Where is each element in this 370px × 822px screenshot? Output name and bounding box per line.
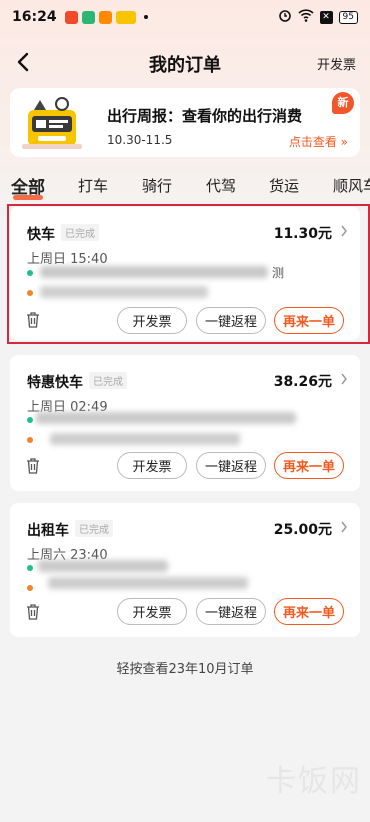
service-tabs: 全部 打车 骑行 代驾 货运 顺风车	[0, 166, 370, 202]
tab-carpool[interactable]: 顺风车	[333, 175, 370, 196]
reorder-button[interactable]: 再来一单	[274, 452, 344, 479]
start-point-icon	[27, 565, 33, 571]
app-notification-icon	[115, 10, 136, 24]
order-price: 11.30元	[273, 226, 332, 242]
alarm-icon	[278, 8, 292, 26]
chevron-right-icon	[341, 521, 347, 533]
status-time: 16:24	[12, 9, 57, 25]
order-status-badge: 已完成	[61, 224, 99, 241]
return-trip-button[interactable]: 一键返程	[196, 452, 266, 479]
end-address-redacted	[48, 577, 248, 589]
more-notifications-icon	[143, 15, 148, 19]
order-status-badge: 已完成	[89, 372, 127, 389]
start-point-icon	[27, 270, 33, 276]
app-notification-icon	[81, 10, 95, 24]
invoice-button[interactable]: 开发票	[117, 598, 187, 625]
return-trip-button[interactable]: 一键返程	[196, 598, 266, 625]
end-address-redacted	[50, 433, 240, 445]
chevron-right-icon	[341, 373, 347, 385]
tab-all[interactable]: 全部	[11, 173, 45, 198]
tab-taxi-hailing[interactable]: 打车	[78, 175, 108, 196]
end-point-icon	[27, 437, 33, 443]
order-service: 出租车	[27, 523, 69, 539]
wifi-icon	[297, 8, 314, 26]
order-service: 快车	[27, 227, 55, 243]
order-time: 上周日 15:40	[27, 252, 108, 267]
end-address-redacted	[40, 286, 208, 298]
status-bar: 16:24 ✕ 95	[0, 0, 370, 34]
order-price: 25.00元	[273, 522, 332, 538]
order-service: 特惠快车	[27, 375, 83, 391]
invoice-button[interactable]: 开发票	[117, 307, 187, 334]
battery-icon: 95	[338, 10, 358, 24]
status-indicators: ✕ 95	[278, 0, 358, 34]
end-point-icon	[27, 585, 33, 591]
start-address-redacted	[40, 266, 268, 278]
start-address-redacted	[38, 560, 168, 572]
reorder-button[interactable]: 再来一单	[274, 598, 344, 625]
delete-icon[interactable]	[25, 603, 41, 621]
nav-bar: 我的订单 开发票	[0, 40, 370, 84]
invoice-link[interactable]: 开发票	[317, 54, 356, 73]
previous-month-orders-link[interactable]: 轻按查看23年10月订单	[0, 658, 370, 677]
start-address-redacted	[36, 412, 296, 424]
ticket-machine-illustration	[22, 97, 82, 149]
order-status-badge: 已完成	[75, 520, 113, 537]
reorder-button[interactable]: 再来一单	[274, 307, 344, 334]
banner-title: 出行周报：查看你的出行消费	[107, 107, 303, 125]
page-title: 我的订单	[149, 55, 221, 76]
start-address-tail: 测	[272, 266, 285, 280]
tab-freight[interactable]: 货运	[269, 175, 299, 196]
order-price: 38.26元	[273, 374, 332, 390]
order-card[interactable]: 出租车 已完成 25.00元 上周六 23:40 开发票 一键返程 再来一单	[10, 503, 360, 637]
end-point-icon	[27, 290, 33, 296]
sim-icon: ✕	[319, 10, 333, 24]
order-card[interactable]: 快车 已完成 11.30元 上周日 15:40 测 开发票 一键返程 再来一单	[10, 207, 360, 340]
tab-cycling[interactable]: 骑行	[142, 175, 172, 196]
delete-icon[interactable]	[25, 311, 41, 329]
new-badge: 新	[332, 92, 354, 114]
start-point-icon	[27, 417, 33, 423]
tab-designated-driver[interactable]: 代驾	[206, 175, 236, 196]
delete-icon[interactable]	[25, 457, 41, 475]
return-trip-button[interactable]: 一键返程	[196, 307, 266, 334]
watermark-logo: 卡饭网	[266, 764, 362, 799]
banner-date-range: 10.30-11.5	[107, 133, 173, 147]
banner-view-link[interactable]: 点击查看 »	[289, 133, 348, 150]
app-notification-icon	[98, 10, 112, 24]
chevron-right-icon	[341, 225, 347, 237]
invoice-button[interactable]: 开发票	[117, 452, 187, 479]
travel-report-banner[interactable]: 出行周报：查看你的出行消费 10.30-11.5 点击查看 » 新	[10, 88, 360, 157]
app-notification-icon	[64, 10, 78, 24]
order-card[interactable]: 特惠快车 已完成 38.26元 上周日 02:49 开发票 一键返程 再来一单	[10, 355, 360, 491]
